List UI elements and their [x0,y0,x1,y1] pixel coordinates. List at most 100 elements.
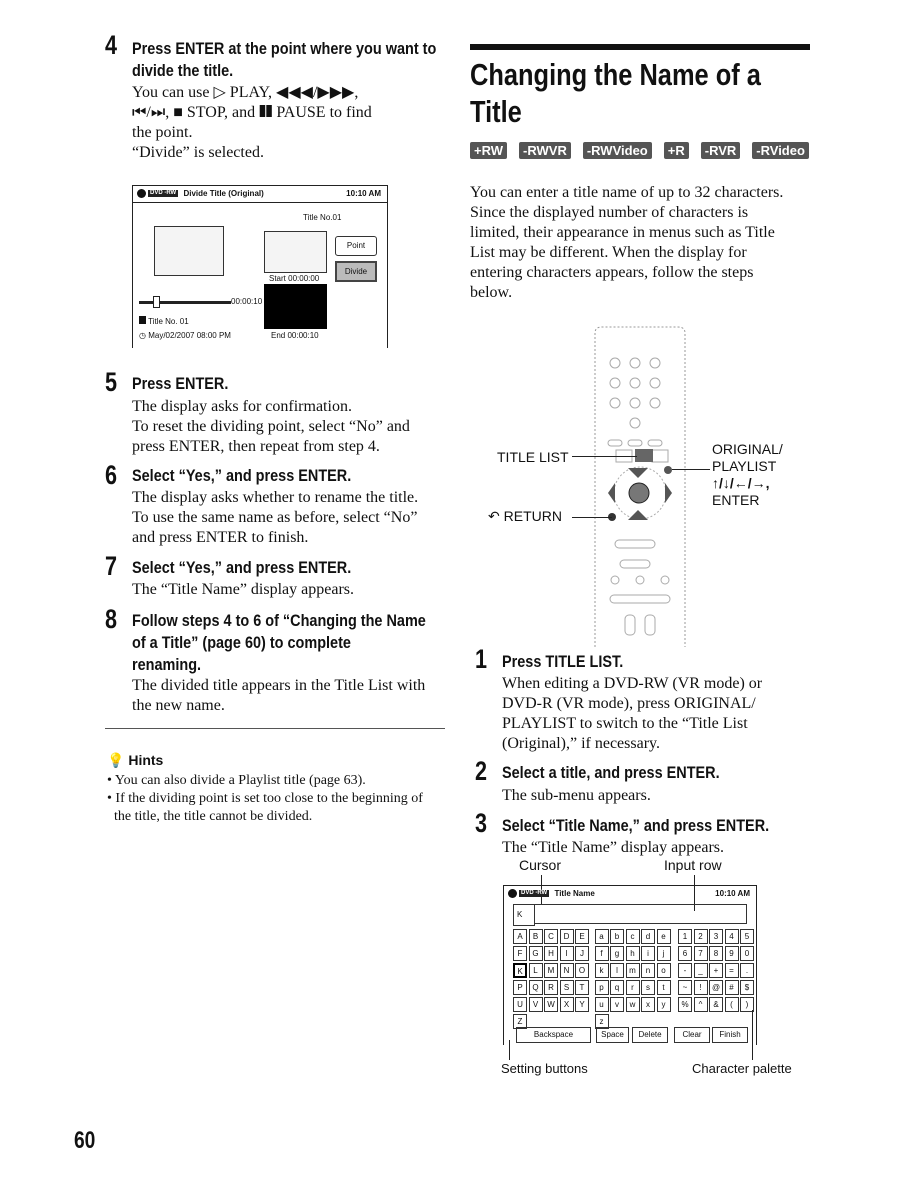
badge: -RWVR [519,142,571,159]
end-time: End 00:00:10 [271,331,319,340]
character-key[interactable]: O [575,963,589,978]
character-key[interactable]: ( [724,997,739,1012]
character-key[interactable]: v [610,997,624,1012]
character-palette-callout: Character palette [692,1061,792,1076]
character-key[interactable]: ~ [678,980,692,995]
setting-button-clear[interactable]: Clear [674,1027,710,1043]
cursor-input[interactable]: K [513,904,535,926]
character-key[interactable]: 5 [740,929,754,944]
badge: -RWVideo [582,142,652,159]
character-key[interactable]: 4 [724,929,739,944]
hints-title: Hints [128,752,164,768]
remote-control-illustration [594,326,686,647]
character-key[interactable]: t [656,980,671,995]
character-key[interactable]: - [678,963,692,978]
character-key[interactable]: & [709,997,723,1012]
character-key[interactable]: 9 [724,946,739,961]
character-key[interactable]: X [559,997,574,1012]
character-key[interactable]: U [513,997,527,1012]
character-key[interactable]: c [625,929,640,944]
point-button[interactable]: Point [335,236,377,256]
character-key[interactable]: 1 [678,929,692,944]
step-text: The “Title Name” display appears. [502,839,725,856]
setting-button-space[interactable]: Space [596,1027,629,1043]
character-key[interactable]: W [544,997,558,1012]
character-key[interactable]: _ [693,963,708,978]
divide-button[interactable]: Divide [335,261,377,282]
disc-format-badges: +RW -RWVR -RWVideo +R -RVR -RVideo [470,142,809,160]
character-key[interactable]: C [544,929,558,944]
character-key[interactable]: + [709,963,723,978]
character-key[interactable]: s [641,980,655,995]
character-key[interactable]: V [528,997,543,1012]
character-key[interactable]: k [594,963,609,978]
character-key[interactable]: M [544,963,558,978]
character-key[interactable]: y [656,997,671,1012]
character-key[interactable]: o [656,963,671,978]
character-key[interactable]: Y [575,997,589,1012]
setting-button-finish[interactable]: Finish [712,1027,748,1043]
character-key[interactable]: B [528,929,543,944]
character-key[interactable]: H [544,946,558,961]
character-key[interactable]: d [641,929,655,944]
character-key[interactable]: G [528,946,543,961]
input-row[interactable] [535,904,747,924]
character-key[interactable]: $ [740,980,754,995]
character-key[interactable]: . [740,963,754,978]
character-key[interactable]: E [575,929,589,944]
character-key[interactable]: L [528,963,543,978]
character-key[interactable]: j [656,946,671,961]
divider [105,728,445,729]
character-key[interactable]: % [678,997,692,1012]
character-key[interactable]: u [594,997,609,1012]
hint-bulb-icon: 💡 [107,752,125,768]
character-key[interactable]: @ [709,980,723,995]
character-key[interactable]: # [724,980,739,995]
character-key[interactable]: A [513,929,527,944]
character-key[interactable]: f [594,946,609,961]
character-key[interactable]: e [656,929,671,944]
character-key[interactable]: T [575,980,589,995]
character-key[interactable]: g [610,946,624,961]
character-key[interactable]: w [625,997,640,1012]
character-key[interactable]: 7 [693,946,708,961]
character-key[interactable]: ^ [693,997,708,1012]
character-key[interactable]: P [513,980,527,995]
character-key[interactable]: b [610,929,624,944]
character-key[interactable]: I [559,946,574,961]
character-key[interactable]: D [559,929,574,944]
character-key[interactable]: m [625,963,640,978]
character-key[interactable]: h [625,946,640,961]
character-key[interactable]: r [625,980,640,995]
cursor-callout: Cursor [519,857,562,873]
thumbnail-image [154,226,224,276]
setting-button-backspace[interactable]: Backspace [516,1027,591,1043]
character-key[interactable]: p [594,980,609,995]
character-key[interactable]: ! [693,980,708,995]
character-key[interactable]: 6 [678,946,692,961]
character-key[interactable]: a [594,929,609,944]
character-key[interactable]: R [544,980,558,995]
character-key[interactable]: S [559,980,574,995]
character-key[interactable]: 3 [709,929,723,944]
section-rule [470,44,810,50]
character-key[interactable]: n [641,963,655,978]
character-key[interactable]: J [575,946,589,961]
character-key[interactable]: K [513,963,527,978]
character-key[interactable]: 2 [693,929,708,944]
character-key[interactable]: N [559,963,574,978]
end-frame [264,284,327,329]
character-key[interactable]: i [641,946,655,961]
character-key[interactable]: = [724,963,739,978]
progress-handle[interactable] [153,296,160,308]
character-key[interactable]: l [610,963,624,978]
character-key[interactable]: 8 [709,946,723,961]
character-key[interactable]: q [610,980,624,995]
character-key[interactable]: 0 [740,946,754,961]
character-key[interactable]: F [513,946,527,961]
character-key[interactable]: Q [528,980,543,995]
step-number: 5 [105,367,118,397]
screen-time: 10:10 AM [346,189,381,198]
setting-button-delete[interactable]: Delete [632,1027,668,1043]
character-key[interactable]: x [641,997,655,1012]
